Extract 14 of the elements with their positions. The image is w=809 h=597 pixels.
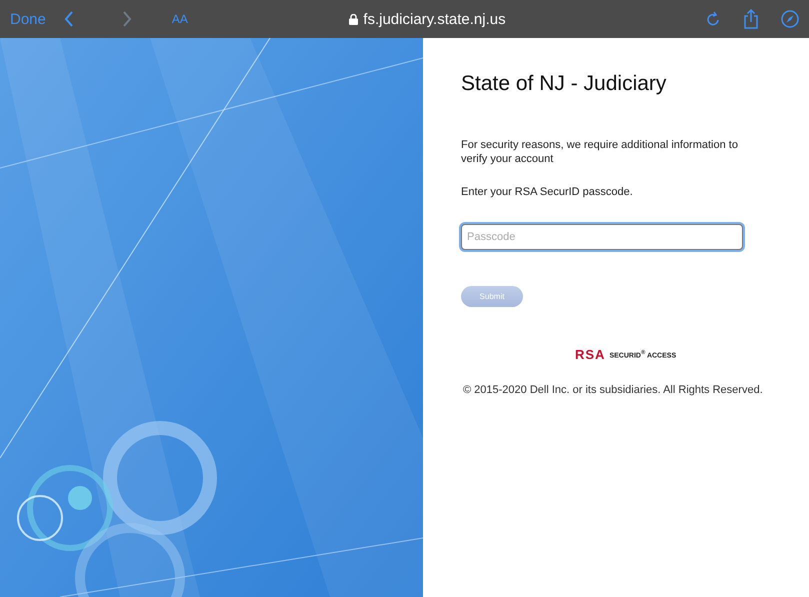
lock-icon — [349, 14, 358, 24]
compass-icon[interactable] — [781, 10, 799, 28]
passcode-prompt: Enter your RSA SecurID passcode. — [461, 186, 634, 198]
copyright-text: © 2015-2020 Dell Inc. or its subsidiaries. All Rights Reserved. — [463, 384, 764, 396]
passcode-field[interactable]: Passcode — [461, 224, 743, 250]
rsa-logo-mark: RSA — [575, 347, 606, 362]
security-message: For security reasons, we require additional information to verify your account — [461, 138, 739, 166]
page-title: State of NJ - Judiciary — [461, 72, 668, 96]
done-button[interactable]: Done — [10, 10, 46, 28]
text-size-button[interactable]: AA — [172, 12, 188, 26]
back-button[interactable] — [64, 11, 74, 27]
share-icon[interactable] — [743, 9, 759, 29]
reload-icon[interactable] — [707, 11, 721, 27]
url-text[interactable]: fs.judiciary.state.nj.us — [363, 10, 506, 28]
